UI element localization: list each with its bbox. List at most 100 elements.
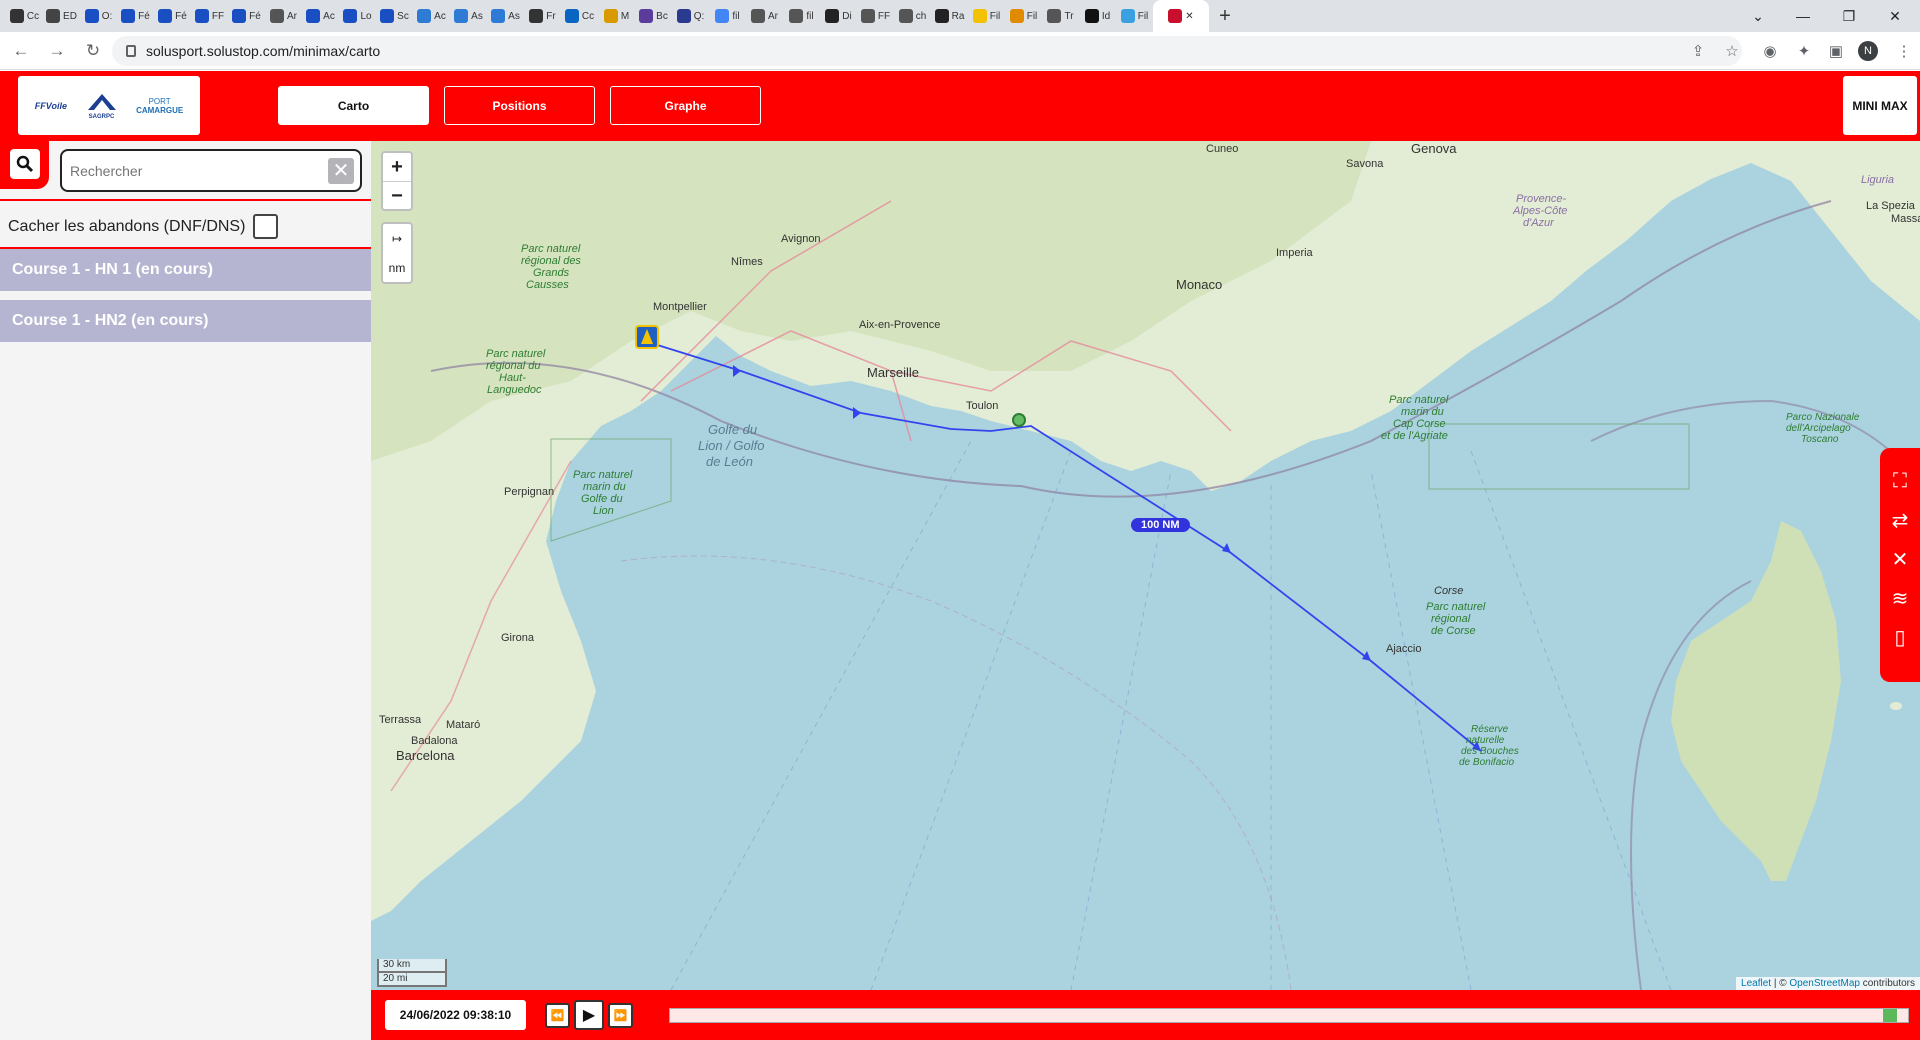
browser-tab[interactable]: Fé — [228, 0, 265, 32]
map-label-city: Corse — [1434, 585, 1464, 597]
browser-tab[interactable]: FF — [191, 0, 228, 32]
course-item-hn1[interactable]: Course 1 - HN 1 (en cours) — [0, 249, 371, 291]
profile-avatar[interactable]: N — [1858, 41, 1878, 61]
browser-tab[interactable]: Fil — [1116, 0, 1153, 32]
browser-tab[interactable]: Ar — [265, 0, 302, 32]
browser-tab[interactable]: Lo — [339, 0, 376, 32]
map-label-city: Massa — [1891, 213, 1920, 225]
tab-label: M — [620, 10, 630, 22]
tab-graphe[interactable]: Graphe — [610, 86, 761, 125]
map-label-city: Mataró — [446, 719, 481, 731]
browser-tab[interactable]: fil — [783, 0, 820, 32]
hide-abandons-checkbox[interactable] — [253, 214, 279, 239]
browser-tab[interactable]: FF — [857, 0, 894, 32]
browser-tab[interactable]: As — [450, 0, 487, 32]
tab-favicon-icon — [343, 9, 358, 23]
tab-positions[interactable]: Positions — [444, 86, 595, 125]
rewind-button[interactable]: ⏪ — [545, 1003, 570, 1028]
course-item-hn2[interactable]: Course 1 - HN2 (en cours) — [0, 300, 371, 342]
leaflet-link[interactable]: Leaflet — [1741, 978, 1771, 989]
map-label-city: Montpellier — [653, 301, 707, 313]
browser-tab[interactable]: ED — [43, 0, 80, 32]
play-button[interactable]: ▶ — [574, 1000, 604, 1030]
distance-badge: 100 NM — [1131, 518, 1190, 532]
browser-tab[interactable]: Fil — [968, 0, 1005, 32]
map-label-park: naturelle — [1466, 735, 1505, 746]
share-icon[interactable]: ⇪ — [1686, 39, 1710, 63]
tab-label: ch — [915, 10, 927, 22]
browser-tab[interactable]: Cc — [6, 0, 43, 32]
measure-unit-button[interactable]: nm — [383, 253, 411, 282]
close-window-icon[interactable]: ✕ — [1872, 0, 1918, 32]
new-tab-button[interactable]: + — [1209, 0, 1241, 32]
search-input[interactable] — [70, 162, 320, 179]
browser-tab[interactable]: Ac — [302, 0, 339, 32]
route-icon[interactable]: ⇄ — [1880, 501, 1920, 540]
bookmark-star-icon[interactable]: ☆ — [1720, 39, 1744, 63]
map-label-city: Terrassa — [379, 714, 422, 726]
menu-icon[interactable]: ⋮ — [1892, 39, 1916, 63]
puzzle-icon[interactable]: ✦ — [1792, 39, 1816, 63]
browser-tab[interactable]: As — [487, 0, 524, 32]
network-icon[interactable]: ✕ — [1880, 540, 1920, 579]
browser-tab[interactable]: Q: — [672, 0, 709, 32]
clear-search-icon[interactable]: ✕ — [328, 158, 354, 184]
tab-favicon-icon — [158, 9, 173, 23]
tab-favicon-icon — [715, 9, 730, 23]
tab-label: Fé — [138, 10, 150, 22]
browser-tab[interactable]: Fé — [154, 0, 191, 32]
tab-carto[interactable]: Carto — [278, 86, 429, 125]
map-label-city: Avignon — [781, 233, 821, 245]
browser-tab[interactable]: Fr — [524, 0, 561, 32]
browser-tab[interactable]: Fil — [1005, 0, 1042, 32]
timeline-slider[interactable] — [669, 1008, 1909, 1023]
reload-icon[interactable]: ↻ — [78, 36, 108, 66]
browser-tab[interactable]: ch — [894, 0, 931, 32]
browser-tab[interactable]: Tr — [1042, 0, 1079, 32]
browser-tab[interactable]: fil — [709, 0, 746, 32]
map-label-region: Liguria — [1861, 174, 1895, 186]
browser-tab-active[interactable]: ✕ — [1153, 0, 1209, 32]
back-icon[interactable]: ← — [6, 36, 36, 66]
map-label-park: marin du — [583, 481, 626, 493]
minimize-icon[interactable]: — — [1780, 0, 1826, 32]
close-tab-icon[interactable]: ✕ — [1185, 11, 1193, 22]
tab-label: Q: — [693, 10, 705, 22]
browser-tab[interactable]: Bc — [635, 0, 672, 32]
timeline-handle[interactable] — [1883, 1009, 1898, 1022]
forward-icon[interactable]: → — [42, 36, 72, 66]
map-label-city: Toulon — [966, 400, 999, 412]
browser-tab[interactable]: Di — [820, 0, 857, 32]
browser-tab[interactable]: Id — [1079, 0, 1116, 32]
browser-tab[interactable]: Sc — [376, 0, 413, 32]
restore-icon[interactable]: ❐ — [1826, 0, 1872, 32]
browser-tab[interactable]: Ar — [746, 0, 783, 32]
forward-button[interactable]: ⏩ — [608, 1003, 633, 1028]
tab-search-icon[interactable]: ⌄ — [1735, 0, 1781, 32]
zoom-in-button[interactable]: + — [383, 153, 411, 181]
browser-tab[interactable]: Cc — [561, 0, 598, 32]
app-name[interactable]: MINI MAX — [1843, 76, 1917, 135]
zoom-out-button[interactable]: − — [383, 182, 411, 210]
browser-tab[interactable]: Fé — [117, 0, 154, 32]
search-toggle[interactable] — [0, 141, 49, 189]
measure-icon[interactable]: ↦ — [383, 224, 411, 253]
extension-icon[interactable]: ◉ — [1758, 39, 1782, 63]
browser-tab[interactable]: M — [598, 0, 635, 32]
osm-link[interactable]: OpenStreetMap — [1789, 978, 1860, 989]
tab-favicon-icon — [454, 9, 469, 23]
browser-tab[interactable]: O: — [80, 0, 117, 32]
tab-label: Tr — [1064, 10, 1074, 22]
tab-favicon-icon — [751, 9, 765, 23]
map-layer-icon[interactable]: ⛶ — [1880, 462, 1920, 501]
browser-tab[interactable]: Ra — [931, 0, 968, 32]
sidepanel-icon[interactable]: ▣ — [1824, 39, 1848, 63]
address-bar[interactable]: solusport.solustop.com/minimax/carto — [112, 36, 1742, 66]
tab-favicon-icon — [380, 9, 395, 23]
browser-tab[interactable]: Ac — [413, 0, 450, 32]
device-icon[interactable]: ▯ — [1880, 618, 1920, 657]
tab-label: fil — [806, 10, 814, 22]
map-view[interactable]: Genova Savona Cuneo Imperia Monaco Avign… — [371, 141, 1920, 990]
wind-icon[interactable]: ≋ — [1880, 579, 1920, 618]
map-attribution: Leaflet | © OpenStreetMap contributors — [1736, 977, 1920, 990]
